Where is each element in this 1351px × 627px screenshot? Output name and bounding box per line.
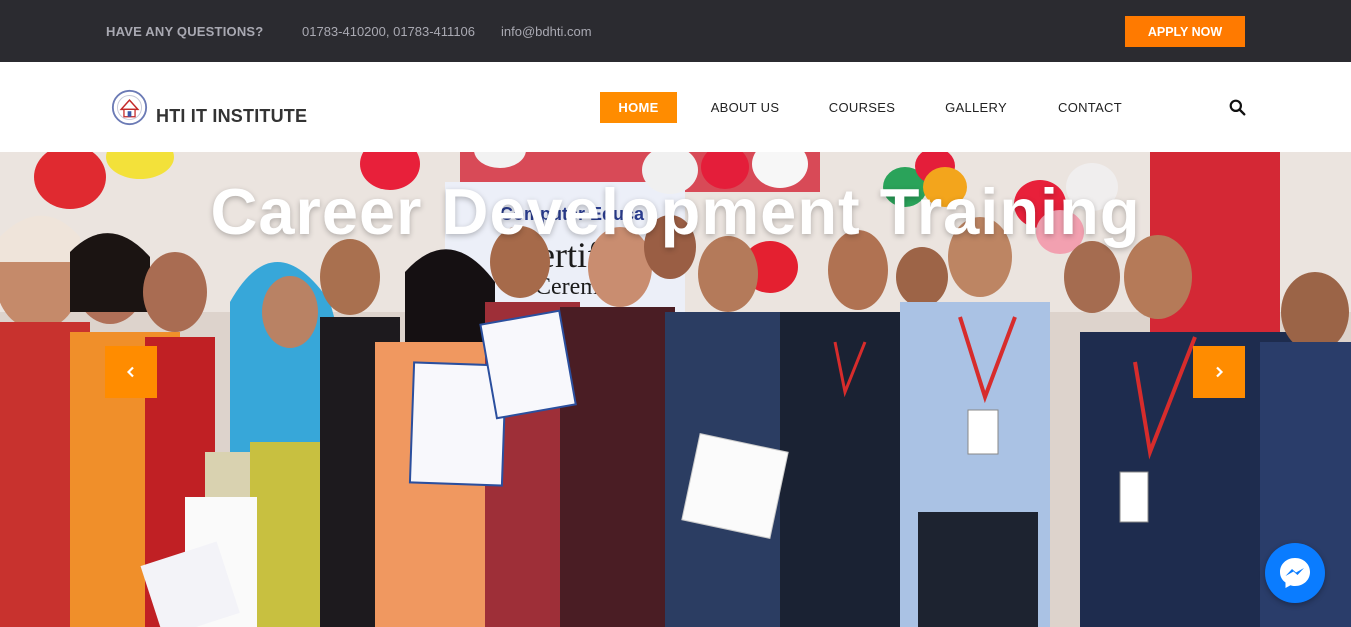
top-info-bar: HAVE ANY QUESTIONS? 01783-410200, 01783-… <box>0 0 1351 62</box>
chevron-right-icon <box>1216 366 1224 378</box>
slider-prev-button[interactable] <box>105 346 157 398</box>
hero-slider: Computer Educa Certific Ceremo Career De… <box>0 152 1351 627</box>
nav-home[interactable]: HOME <box>600 92 677 123</box>
slider-next-button[interactable] <box>1193 346 1245 398</box>
questions-label: HAVE ANY QUESTIONS? <box>106 24 264 39</box>
messenger-icon <box>1280 558 1310 588</box>
email-link[interactable]: info@bdhti.com <box>501 24 592 39</box>
messenger-chat-button[interactable] <box>1265 543 1325 603</box>
main-header: HTI IT INSTITUTE HOME ABOUT US COURSES G… <box>0 62 1351 152</box>
chevron-left-icon <box>126 366 134 378</box>
brand-name[interactable]: HTI IT INSTITUTE <box>156 106 307 127</box>
phone-numbers[interactable]: 01783-410200, 01783-411106 <box>302 24 475 39</box>
logo-emblem[interactable] <box>111 89 148 126</box>
hero-title: Career Development Training <box>210 175 1141 248</box>
nav-contact[interactable]: CONTACT <box>1050 92 1130 123</box>
nav-about-us[interactable]: ABOUT US <box>703 92 787 123</box>
nav-courses[interactable]: COURSES <box>822 92 902 123</box>
apply-now-button[interactable]: APPLY NOW <box>1125 16 1245 47</box>
search-icon[interactable] <box>1229 99 1246 116</box>
nav-gallery[interactable]: GALLERY <box>938 92 1014 123</box>
